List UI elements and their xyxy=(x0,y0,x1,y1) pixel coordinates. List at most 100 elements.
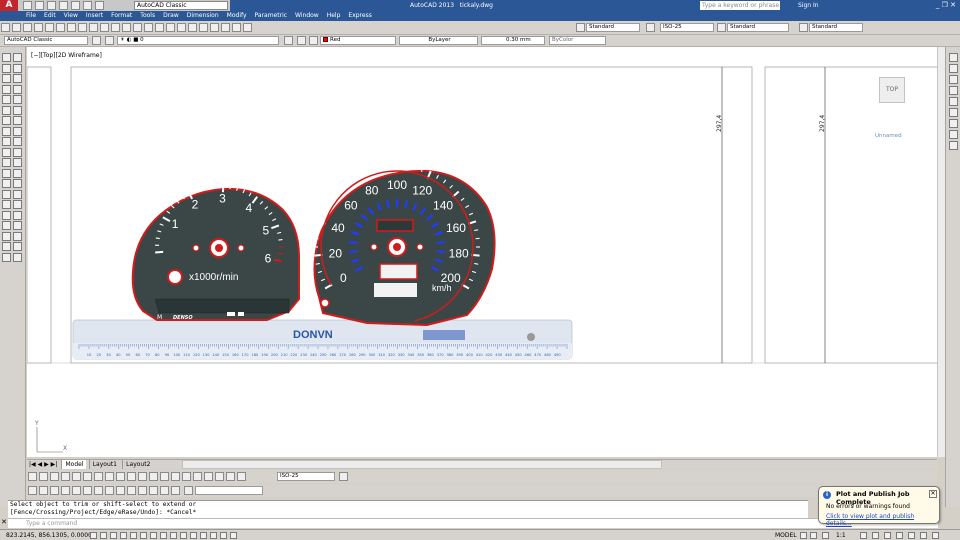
lineweight-icon[interactable] xyxy=(190,532,197,539)
drawing-area[interactable]: [−][Top][2D Wireframe] 297,4 297,4 10 20 3… xyxy=(27,47,937,457)
modify-tool-icon-4[interactable] xyxy=(13,95,22,104)
save-icon[interactable] xyxy=(23,23,32,32)
annotation-monitor-icon[interactable] xyxy=(230,532,237,539)
menu-modify[interactable]: Modify xyxy=(223,11,251,21)
ucs-dropdown[interactable]: Unnamed xyxy=(875,133,902,139)
dim-edit-icon[interactable] xyxy=(215,472,224,481)
draw-tool-icon-9[interactable] xyxy=(2,147,11,157)
draw-tool-icon-17[interactable] xyxy=(2,231,11,241)
isolate-objects-icon[interactable] xyxy=(896,532,903,539)
draw-tool-icon-10[interactable] xyxy=(2,158,11,167)
modify-tool-icon-5[interactable] xyxy=(13,105,22,115)
menu-express[interactable]: Express xyxy=(344,11,375,21)
design-center-icon[interactable] xyxy=(188,23,197,32)
menu-insert[interactable]: Insert xyxy=(82,11,107,21)
tab-layout2[interactable]: Layout2 xyxy=(122,460,153,469)
qnew-icon[interactable] xyxy=(1,23,10,32)
modify-tool-icon-10[interactable] xyxy=(13,158,22,167)
tab-layout1[interactable]: Layout1 xyxy=(88,460,120,469)
publish-icon[interactable] xyxy=(56,23,65,32)
baseline-icon[interactable] xyxy=(127,472,136,481)
grid-icon[interactable] xyxy=(110,532,117,539)
horizontal-scrollbar[interactable] xyxy=(182,460,662,469)
linetype-dropdown[interactable]: ByLayer xyxy=(399,36,478,45)
notification-details-link[interactable]: Click to view plot and publish details..… xyxy=(826,513,939,527)
match-properties-icon[interactable] xyxy=(100,23,109,32)
snap-extension-icon[interactable] xyxy=(94,486,103,495)
ortho-icon[interactable] xyxy=(120,532,127,539)
coordinates-readout[interactable]: 823.2145, 856.1305, 0.0000 xyxy=(6,531,92,540)
command-input[interactable]: Type a command xyxy=(8,518,938,528)
open-icon[interactable] xyxy=(12,23,21,32)
quick-view-layouts-icon[interactable] xyxy=(800,532,807,539)
draw-tool-icon-13[interactable] xyxy=(2,189,11,199)
draw-tool-icon-18[interactable] xyxy=(2,242,11,251)
sheet-set-icon[interactable] xyxy=(210,23,219,32)
sign-in-button[interactable]: Sign In xyxy=(798,0,819,11)
layer-properties-icon[interactable] xyxy=(105,36,114,45)
text-style-dropdown[interactable]: Standard xyxy=(586,23,640,32)
table-style-dropdown[interactable]: Standard xyxy=(727,23,789,32)
jogged-icon[interactable] xyxy=(83,472,92,481)
clean-screen-icon[interactable] xyxy=(932,532,939,539)
command-close-icon[interactable]: ✕ xyxy=(0,518,8,528)
plot-icon[interactable] xyxy=(34,23,43,32)
right-tool-icon-4[interactable] xyxy=(949,97,958,106)
osnap-icon[interactable] xyxy=(140,532,147,539)
help-icon[interactable] xyxy=(243,23,252,32)
snap-node-icon[interactable] xyxy=(171,486,180,495)
modify-tool-icon-12[interactable] xyxy=(13,179,22,188)
draw-tool-icon-8[interactable] xyxy=(2,137,11,146)
workspace-switch-icon[interactable] xyxy=(860,532,867,539)
layer-state-icon[interactable] xyxy=(309,36,318,45)
quick-properties-icon[interactable] xyxy=(210,532,217,539)
snap-from-icon[interactable] xyxy=(39,486,48,495)
workspaces-dropdown[interactable]: AutoCAD Classic xyxy=(4,36,88,45)
modify-tool-icon-19[interactable] xyxy=(13,252,22,262)
snap-insert-icon[interactable] xyxy=(160,486,169,495)
modify-tool-icon-8[interactable] xyxy=(13,137,22,146)
application-menu-button[interactable]: A xyxy=(0,0,18,11)
center-mark-icon[interactable] xyxy=(182,472,191,481)
tool-palettes-icon[interactable] xyxy=(199,23,208,32)
lock-icon[interactable] xyxy=(872,532,879,539)
modify-tool-icon-11[interactable] xyxy=(13,168,22,178)
bottom-dim-style-dropdown[interactable]: ISO-25 xyxy=(277,472,335,481)
snap-endpoint-icon[interactable] xyxy=(50,486,59,495)
make-current-icon[interactable] xyxy=(284,36,293,45)
cut-icon[interactable] xyxy=(67,23,76,32)
zoom-icon[interactable] xyxy=(184,486,194,495)
3d-osnap-icon[interactable] xyxy=(150,532,157,539)
snap-intersection-icon[interactable] xyxy=(72,486,81,495)
menu-view[interactable]: View xyxy=(60,11,82,21)
save-icon[interactable] xyxy=(47,1,56,10)
plotstyle-dropdown[interactable]: ByColor xyxy=(549,36,606,45)
right-tool-icon-5[interactable] xyxy=(949,108,958,117)
menu-window[interactable]: Window xyxy=(291,11,323,21)
dyn-icon[interactable] xyxy=(180,532,187,539)
jogged-linear-icon[interactable] xyxy=(204,472,213,481)
model-space-button[interactable]: MODEL xyxy=(775,531,797,540)
draw-tool-icon-7[interactable] xyxy=(2,126,11,136)
modify-tool-icon-18[interactable] xyxy=(13,242,22,251)
draw-tool-icon-15[interactable] xyxy=(2,210,11,220)
layer-dropdown[interactable]: ☀ ◐ ■ 0 xyxy=(117,36,279,45)
markup-icon[interactable] xyxy=(221,23,230,32)
otrack-icon[interactable] xyxy=(160,532,167,539)
quickcalc-icon[interactable] xyxy=(232,23,241,32)
modify-tool-icon-6[interactable] xyxy=(13,116,22,125)
menu-help[interactable]: Help xyxy=(323,11,345,21)
modify-tool-icon-17[interactable] xyxy=(13,231,22,241)
dim-style-dropdown[interactable]: ISO-25 xyxy=(660,23,714,32)
open-icon[interactable] xyxy=(35,1,44,10)
copy-icon[interactable] xyxy=(78,23,87,32)
snap-parallel-icon[interactable] xyxy=(149,486,158,495)
diameter-icon[interactable] xyxy=(94,472,103,481)
annotation-scale-icon[interactable] xyxy=(822,532,829,539)
vertical-scrollbar[interactable] xyxy=(937,47,945,457)
mleader-style-icon[interactable] xyxy=(799,23,808,32)
modify-tool-icon-1[interactable] xyxy=(13,63,22,73)
workspace-settings-icon[interactable] xyxy=(92,36,101,45)
new-icon[interactable] xyxy=(23,1,32,10)
dim-update-icon[interactable] xyxy=(237,472,246,481)
